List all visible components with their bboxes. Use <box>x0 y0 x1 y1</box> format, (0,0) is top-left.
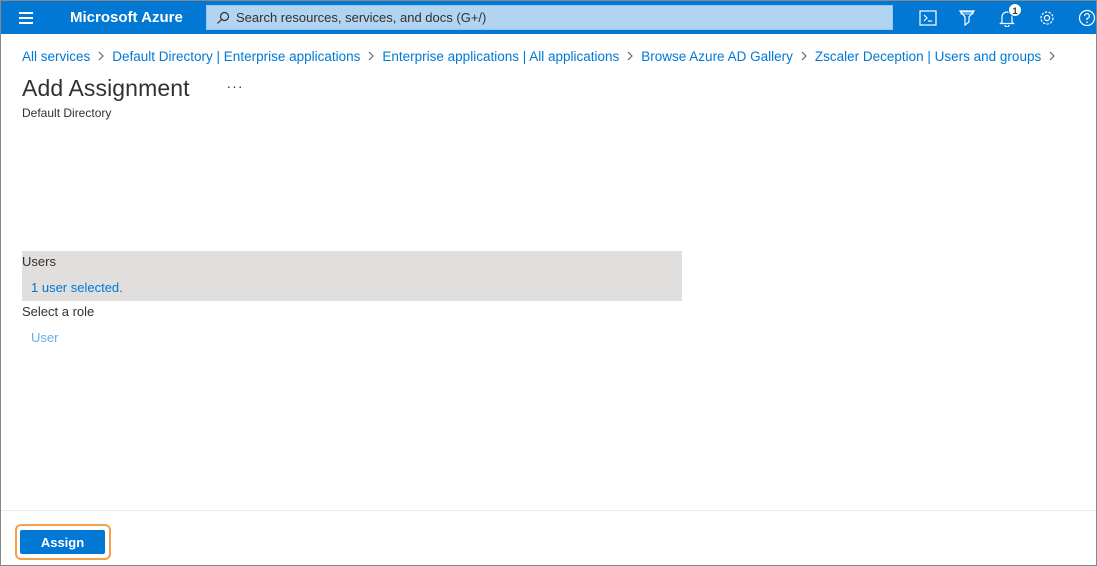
assign-button[interactable]: Assign <box>20 530 105 554</box>
cloud-shell-icon[interactable] <box>915 5 941 30</box>
chevron-right-icon <box>619 51 641 61</box>
users-label: Users <box>22 254 56 269</box>
breadcrumb-enterprise-applications[interactable]: Default Directory | Enterprise applicati… <box>112 49 360 64</box>
top-navigation-bar: Microsoft Azure Search resources, servic… <box>1 1 1096 34</box>
chevron-right-icon <box>1041 51 1063 61</box>
azure-portal-window: Microsoft Azure Search resources, servic… <box>0 0 1097 566</box>
help-icon[interactable] <box>1074 5 1096 30</box>
breadcrumb-users-and-groups[interactable]: Zscaler Deception | Users and groups <box>815 49 1041 64</box>
role-selection-link[interactable]: User <box>31 330 58 345</box>
chevron-right-icon <box>360 51 382 61</box>
menu-icon[interactable] <box>11 7 41 29</box>
select-role-label: Select a role <box>22 304 95 319</box>
users-selected-link[interactable]: 1 user selected. <box>31 280 123 295</box>
footer-divider <box>1 510 1096 511</box>
breadcrumb: All services Default Directory | Enterpr… <box>22 46 1063 66</box>
notifications-icon[interactable]: 1 <box>994 3 1022 30</box>
search-placeholder: Search resources, services, and docs (G+… <box>236 10 487 25</box>
breadcrumb-browse-gallery[interactable]: Browse Azure AD Gallery <box>641 49 793 64</box>
settings-icon[interactable] <box>1034 5 1060 30</box>
breadcrumb-all-applications[interactable]: Enterprise applications | All applicatio… <box>382 49 619 64</box>
users-section: Users 1 user selected. <box>22 251 682 301</box>
chevron-right-icon <box>793 51 815 61</box>
breadcrumb-all-services[interactable]: All services <box>22 49 90 64</box>
more-options-button[interactable]: ··· <box>225 78 245 98</box>
notification-count-badge: 1 <box>1008 3 1022 17</box>
directory-filter-icon[interactable] <box>954 5 980 30</box>
chevron-right-icon <box>90 51 112 61</box>
brand-title[interactable]: Microsoft Azure <box>70 9 183 26</box>
search-icon <box>217 11 230 24</box>
global-search-input[interactable]: Search resources, services, and docs (G+… <box>206 5 893 30</box>
page-subtitle: Default Directory <box>22 106 112 120</box>
page-title: Add Assignment <box>22 75 190 101</box>
